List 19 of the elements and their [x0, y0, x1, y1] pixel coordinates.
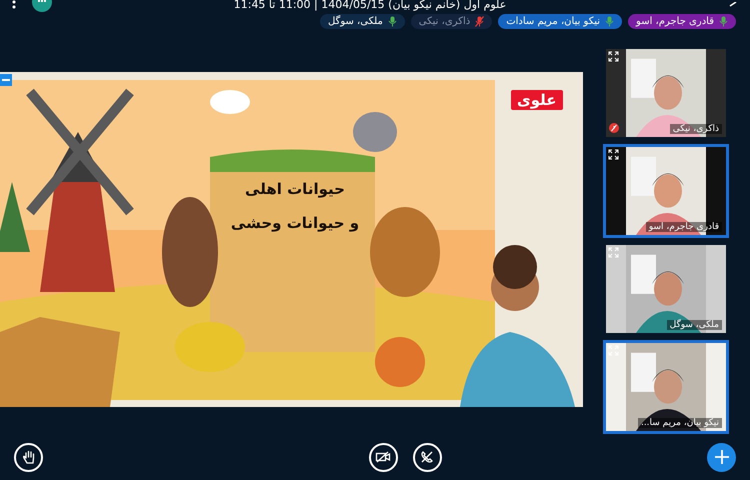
participant-name: ملکی، سوگل [666, 320, 722, 330]
school-badge: علوی [511, 90, 563, 110]
slide-heading: حیوانات اهلی [245, 180, 345, 198]
participant-name: قادری جاجرم، اسو [646, 222, 722, 232]
slide-heading: و حیوانات وحشی [230, 214, 360, 232]
participant-name: ذاکری، نیکی [670, 124, 722, 134]
participant-name: قادری جاجرم، اسو [636, 16, 714, 27]
participant-name: نیکو بیان، مریم سادات [506, 16, 600, 27]
participant-chip[interactable]: قادری جاجرم، اسو [628, 14, 736, 29]
video-tile[interactable]: ملکی، سوگل [603, 242, 729, 336]
participant-chip[interactable]: ذاکری، نیکی [410, 14, 492, 29]
video-tile[interactable]: قادری جاجرم، اسو [603, 144, 729, 238]
participant-chip[interactable]: نیکو بیان، مریم سادات [498, 14, 622, 29]
participant-name: ذاکری، نیکی [418, 16, 470, 27]
participant-name: ملکی، سوگل [328, 16, 383, 27]
participant-chip[interactable]: ملکی، سوگل [320, 14, 405, 29]
video-tile[interactable]: ذاکری، نیکی [603, 46, 729, 140]
participant-name: نیکو بیان، مریم سا... [638, 418, 722, 428]
video-tile[interactable]: نیکو بیان، مریم سا... [603, 340, 729, 434]
